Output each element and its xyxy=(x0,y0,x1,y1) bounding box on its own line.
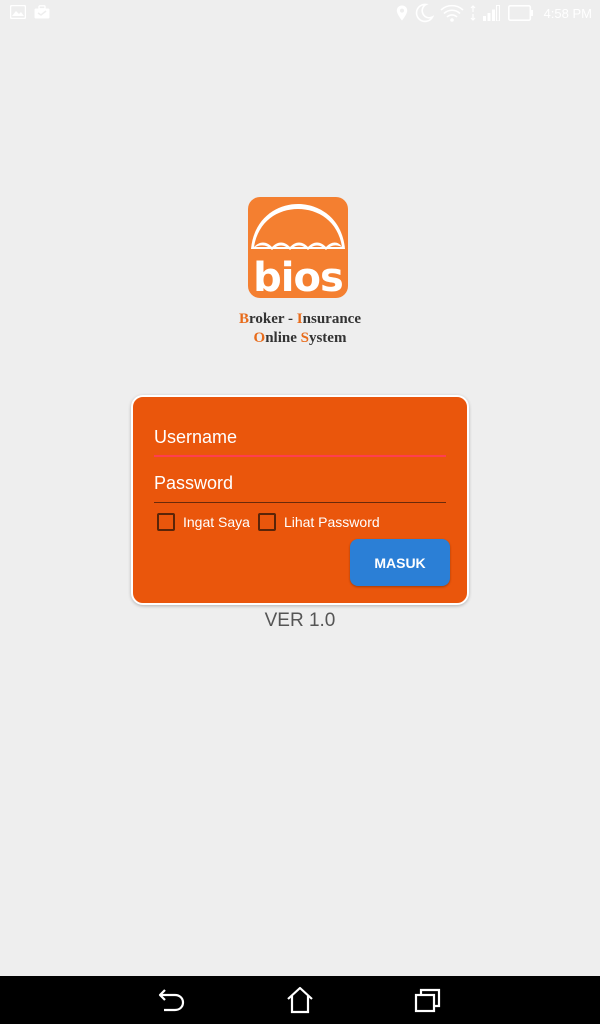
back-icon xyxy=(158,989,185,1012)
login-card: Username Password Ingat Saya Lihat Passw… xyxy=(131,395,469,605)
home-button[interactable] xyxy=(285,986,315,1014)
recent-apps-icon xyxy=(414,988,441,1013)
status-time: 4:58 PM xyxy=(543,5,592,21)
remember-checkbox-box[interactable] xyxy=(157,513,175,531)
logo-wordmark: bios xyxy=(253,255,343,298)
tagline-text: ystem xyxy=(308,330,347,346)
show-password-label[interactable]: Lihat Password xyxy=(284,514,380,530)
home-icon xyxy=(287,986,313,1014)
back-button[interactable] xyxy=(157,986,187,1014)
tagline-text: roker - xyxy=(249,311,297,327)
tagline-text: nsurance xyxy=(302,311,361,327)
data-arrows-icon xyxy=(470,5,476,21)
show-password-checkbox[interactable]: Lihat Password xyxy=(257,513,380,531)
tagline-initial-s: S xyxy=(300,330,309,346)
password-placeholder: Password xyxy=(154,473,234,493)
version-label: VER 1.0 xyxy=(264,610,336,631)
navigation-bar xyxy=(0,976,600,1024)
options-row: Ingat Saya Lihat Password xyxy=(157,513,388,531)
username-placeholder: Username xyxy=(154,427,238,447)
gallery-icon xyxy=(10,5,26,19)
tagline-text: nline xyxy=(265,330,301,346)
signal-icon xyxy=(482,5,502,21)
username-field[interactable]: Username xyxy=(154,427,446,457)
tagline-line-2: Online System xyxy=(200,329,400,348)
app-logo: bios xyxy=(248,197,348,298)
recent-apps-button[interactable] xyxy=(413,986,443,1014)
password-field[interactable]: Password xyxy=(154,473,446,503)
login-button[interactable]: MASUK xyxy=(350,539,450,586)
remember-me-label[interactable]: Ingat Saya xyxy=(183,514,250,530)
remember-me-checkbox[interactable]: Ingat Saya xyxy=(157,513,250,531)
status-bar: 4:58 PM xyxy=(0,0,600,26)
location-icon xyxy=(396,5,408,21)
tagline-initial-b: B xyxy=(239,311,250,327)
login-screen: 4:58 PM bios Broker - Insurance Online S… xyxy=(0,0,600,1024)
tagline-initial-o: O xyxy=(253,330,266,346)
moon-icon xyxy=(414,3,434,23)
tagline-line-1: Broker - Insurance xyxy=(200,310,400,329)
show-password-checkbox-box[interactable] xyxy=(257,513,276,531)
battery-icon xyxy=(507,5,534,21)
briefcase-icon xyxy=(34,5,50,19)
username-underline xyxy=(154,455,446,457)
wifi-icon xyxy=(440,4,464,22)
password-underline xyxy=(154,502,446,503)
